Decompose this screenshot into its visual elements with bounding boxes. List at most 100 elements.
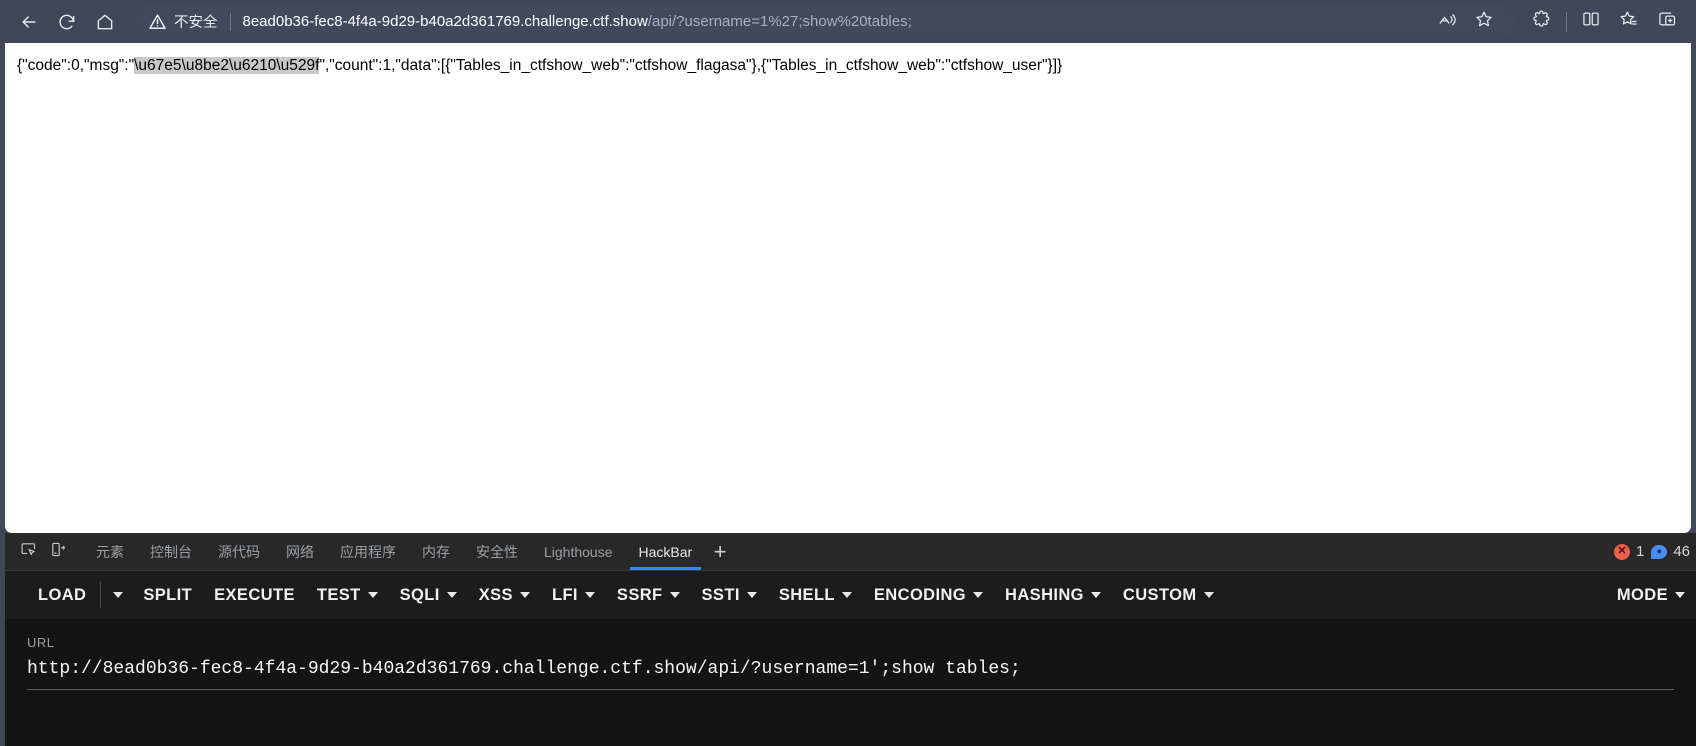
button-label: CUSTOM xyxy=(1122,585,1197,604)
home-button[interactable] xyxy=(86,5,124,39)
read-aloud-button[interactable] xyxy=(1427,5,1465,39)
button-label: ENCODING xyxy=(873,585,967,604)
chevron-down-icon xyxy=(1675,592,1685,598)
button-label: EXECUTE xyxy=(214,585,295,604)
button-label: TEST xyxy=(316,585,361,604)
toolbar-divider xyxy=(1566,11,1567,32)
response-prefix: {"code":0,"msg":" xyxy=(17,57,135,74)
tab-network[interactable]: 网络 xyxy=(273,533,327,570)
read-aloud-icon xyxy=(1437,10,1456,34)
error-badge[interactable]: ✕ 1 xyxy=(1613,543,1644,560)
tab-label: 内存 xyxy=(422,543,450,560)
tab-application[interactable]: 应用程序 xyxy=(327,533,409,570)
extensions-icon xyxy=(1532,9,1552,34)
tab-lighthouse[interactable]: Lighthouse xyxy=(531,533,626,570)
chevron-down-icon xyxy=(1203,592,1214,598)
hackbar-execute-button[interactable]: EXECUTE xyxy=(203,580,306,611)
response-suffix: ","count":1,"data":[{"Tables_in_ctfshow_… xyxy=(319,57,1063,74)
devtools-tab-bar: 元素 控制台 源代码 网络 应用程序 内存 安全性 Lighthouse Hac… xyxy=(5,533,1696,571)
tab-console[interactable]: 控制台 xyxy=(137,533,205,570)
hackbar-sqli-menu[interactable]: SQLI xyxy=(389,580,468,611)
tab-label: 安全性 xyxy=(476,543,518,560)
hackbar-load-dropdown[interactable] xyxy=(104,586,132,604)
hackbar-toolbar: LOAD SPLIT EXECUTE TEST SQLI XSS LFI SSR… xyxy=(5,571,1696,619)
hackbar-ssti-menu[interactable]: SSTI xyxy=(691,580,768,611)
chevron-down-icon xyxy=(446,592,457,598)
hackbar-shell-menu[interactable]: SHELL xyxy=(768,580,863,611)
button-label: XSS xyxy=(478,585,513,604)
url-field-label: URL xyxy=(27,635,55,650)
add-panel-button[interactable]: + xyxy=(705,533,735,570)
tab-label: 应用程序 xyxy=(340,543,396,560)
button-label: LFI xyxy=(551,585,578,604)
chevron-down-icon xyxy=(669,592,680,598)
address-bar[interactable]: 不安全 8ead0b36-fec8-4f4a-9d29-b40a2d361769… xyxy=(134,4,1515,39)
hackbar-xss-menu[interactable]: XSS xyxy=(468,580,541,611)
button-label: SQLI xyxy=(399,585,440,604)
hackbar-encoding-menu[interactable]: ENCODING xyxy=(863,580,994,611)
reload-icon xyxy=(57,12,77,32)
chevron-down-icon xyxy=(113,592,124,598)
button-label: SPLIT xyxy=(143,585,193,604)
json-response-body: {"code":0,"msg":"\u67e5\u8be2\u6210\u529… xyxy=(5,43,1691,90)
chevron-down-icon xyxy=(519,592,530,598)
address-bar-url[interactable]: 8ead0b36-fec8-4f4a-9d29-b40a2d361769.cha… xyxy=(243,13,1422,30)
favorite-button[interactable] xyxy=(1465,5,1503,39)
error-icon: ✕ xyxy=(1613,543,1630,560)
hackbar-body: URL xyxy=(5,619,1696,746)
extensions-button[interactable] xyxy=(1523,5,1561,39)
device-toolbar-button[interactable] xyxy=(43,537,73,567)
collections-button[interactable] xyxy=(1610,5,1648,39)
inspect-element-button[interactable] xyxy=(13,537,43,567)
selected-text[interactable]: \u67e5\u8be2\u6210\u529f xyxy=(134,57,320,74)
devtools-tool-icons xyxy=(5,533,73,570)
hackbar-hashing-menu[interactable]: HASHING xyxy=(994,580,1112,611)
devtools-tabs: 元素 控制台 源代码 网络 应用程序 内存 安全性 Lighthouse Hac… xyxy=(73,533,1614,570)
device-toolbar-icon xyxy=(50,541,67,563)
hackbar-url-input[interactable] xyxy=(27,659,1674,690)
tab-sources[interactable]: 源代码 xyxy=(205,533,273,570)
collections-icon xyxy=(1619,9,1639,34)
inspect-element-icon xyxy=(20,541,37,563)
hackbar-split-button[interactable]: SPLIT xyxy=(132,580,203,611)
button-label: SSTI xyxy=(701,585,740,604)
split-screen-button[interactable] xyxy=(1572,5,1610,39)
tab-label: 控制台 xyxy=(150,543,192,560)
hackbar-load-button[interactable]: LOAD xyxy=(27,580,97,611)
hackbar-lfi-menu[interactable]: LFI xyxy=(541,580,606,611)
tab-security[interactable]: 安全性 xyxy=(463,533,531,570)
message-badge[interactable]: ● 46 xyxy=(1651,543,1690,560)
button-label: SSRF xyxy=(616,585,663,604)
devtools-panel: 元素 控制台 源代码 网络 应用程序 内存 安全性 Lighthouse Hac… xyxy=(5,533,1696,746)
split-screen-icon xyxy=(1581,9,1601,34)
omnibox-divider xyxy=(229,12,231,31)
home-icon xyxy=(95,12,115,32)
tab-elements[interactable]: 元素 xyxy=(83,533,137,570)
tab-hackbar[interactable]: HackBar xyxy=(626,533,706,570)
tab-label: 源代码 xyxy=(218,543,260,560)
chevron-down-icon xyxy=(841,592,852,598)
star-icon xyxy=(1474,9,1494,34)
security-label: 不安全 xyxy=(174,15,218,31)
hackbar-divider xyxy=(100,582,102,608)
hackbar-custom-menu[interactable]: CUSTOM xyxy=(1112,580,1225,611)
hackbar-mode-menu[interactable]: MODE xyxy=(1606,580,1696,611)
browser-toolbar: 不安全 8ead0b36-fec8-4f4a-9d29-b40a2d361769… xyxy=(0,0,1696,43)
chevron-down-icon xyxy=(746,592,757,598)
message-count: 46 xyxy=(1673,543,1690,560)
add-tab-group-icon xyxy=(1657,9,1677,34)
tab-label: HackBar xyxy=(638,543,693,560)
add-tab-group-button[interactable] xyxy=(1648,5,1686,39)
message-icon: ● xyxy=(1651,544,1668,559)
tab-label: 网络 xyxy=(286,543,314,560)
browser-action-bar xyxy=(1523,5,1686,39)
url-host: 8ead0b36-fec8-4f4a-9d29-b40a2d361769.cha… xyxy=(242,13,648,30)
chevron-down-icon xyxy=(584,592,595,598)
devtools-status-bar: ✕ 1 ● 46 xyxy=(1613,533,1696,570)
hackbar-test-menu[interactable]: TEST xyxy=(306,580,389,611)
reload-button[interactable] xyxy=(48,5,86,39)
tab-memory[interactable]: 内存 xyxy=(409,533,463,570)
hackbar-ssrf-menu[interactable]: SSRF xyxy=(606,580,691,611)
button-label: LOAD xyxy=(38,585,87,604)
back-button[interactable] xyxy=(10,5,48,39)
